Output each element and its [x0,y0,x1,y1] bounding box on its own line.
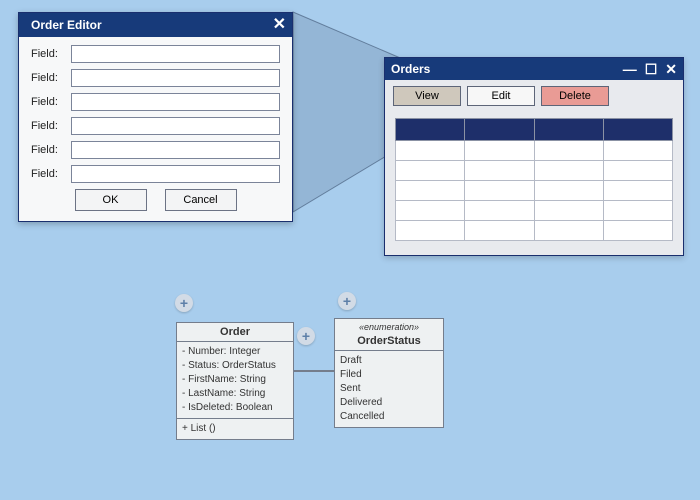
grid-cell [396,221,465,241]
grid-cell [396,141,465,161]
close-icon[interactable]: ✕ [273,17,286,33]
orders-title-text: Orders [391,62,430,76]
ok-button[interactable]: OK [75,189,147,211]
field-input[interactable] [71,93,280,111]
uml-attribute: - FirstName: String [182,373,288,387]
uml-association [294,370,334,372]
field-row: Field: [31,93,280,111]
table-row[interactable] [396,141,673,161]
editor-body: Field:Field:Field:Field:Field:Field: OK … [19,37,292,221]
delete-button[interactable]: Delete [541,86,609,106]
field-label: Field: [31,48,71,60]
minimize-icon[interactable]: — [623,62,637,76]
maximize-icon[interactable]: ☐ [645,62,658,76]
uml-operation: + List () [182,422,288,436]
uml-enum-orderstatus[interactable]: «enumeration» OrderStatus DraftFiledSent… [334,318,444,428]
table-row[interactable] [396,161,673,181]
table-row[interactable] [396,201,673,221]
order-editor-dialog: Order Editor ✕ Field: Field: Field: Field: F… [18,12,293,222]
field-label: Field: [31,96,71,108]
field-row: Field: [31,141,280,159]
uml-class-order[interactable]: Order - Number: Integer- Status: OrderSt… [176,322,294,440]
grid-header-cell [465,119,534,141]
field-input[interactable] [71,141,280,159]
field-row: Field: [31,69,280,87]
field-label: Field: [31,120,71,132]
field-row: Field: [31,117,280,135]
field-input[interactable] [71,165,280,183]
uml-attribute: - Number: Integer [182,345,288,359]
uml-operations: + List () [177,419,293,439]
uml-attribute: - LastName: String [182,387,288,401]
field-row: Field: [31,45,280,63]
uml-enum-name: OrderStatus [335,332,443,351]
cancel-button[interactable]: Cancel [165,189,237,211]
orders-toolbar: View Edit Delete [385,80,683,112]
grid-cell [534,201,603,221]
grid-cell [534,221,603,241]
grid-cell [465,221,534,241]
field-input[interactable] [71,69,280,87]
grid-cell [603,181,672,201]
orders-grid[interactable] [395,118,673,241]
close-icon[interactable]: ✕ [665,62,677,76]
field-label: Field: [31,144,71,156]
grid-cell [465,181,534,201]
uml-class-name: Order [177,323,293,342]
field-label: Field: [31,72,71,84]
grid-cell [534,161,603,181]
uml-attribute: - IsDeleted: Boolean [182,401,288,415]
grid-cell [534,141,603,161]
field-row: Field: [31,165,280,183]
editor-titlebar: Order Editor ✕ [19,13,292,37]
add-icon[interactable]: + [175,294,193,312]
grid-cell [603,161,672,181]
field-input[interactable] [71,117,280,135]
grid-cell [603,201,672,221]
grid-cell [465,161,534,181]
grid-header-cell [534,119,603,141]
uml-literal: Filed [340,368,438,382]
grid-cell [603,221,672,241]
edit-button[interactable]: Edit [467,86,535,106]
table-row[interactable] [396,181,673,201]
grid-cell [534,181,603,201]
uml-attribute: - Status: OrderStatus [182,359,288,373]
grid-cell [465,141,534,161]
uml-stereotype: «enumeration» [335,319,443,332]
orders-titlebar: Orders — ☐ ✕ [385,58,683,80]
grid-header-cell [603,119,672,141]
field-label: Field: [31,168,71,180]
view-button[interactable]: View [393,86,461,106]
uml-literal: Sent [340,382,438,396]
grid-cell [603,141,672,161]
add-icon[interactable]: + [297,327,315,345]
editor-title-text: Order Editor [25,18,102,32]
grid-header-cell [396,119,465,141]
orders-grid-container [385,112,683,255]
uml-literal: Draft [340,354,438,368]
uml-attributes: - Number: Integer- Status: OrderStatus- … [177,342,293,419]
grid-cell [396,201,465,221]
table-row[interactable] [396,221,673,241]
orders-window: Orders — ☐ ✕ View Edit Delete [384,57,684,256]
uml-literals: DraftFiledSentDeliveredCancelled [335,351,443,427]
window-controls: — ☐ ✕ [623,62,677,76]
uml-literal: Cancelled [340,410,438,424]
grid-cell [396,161,465,181]
grid-cell [465,201,534,221]
field-input[interactable] [71,45,280,63]
add-icon[interactable]: + [338,292,356,310]
uml-literal: Delivered [340,396,438,410]
grid-cell [396,181,465,201]
